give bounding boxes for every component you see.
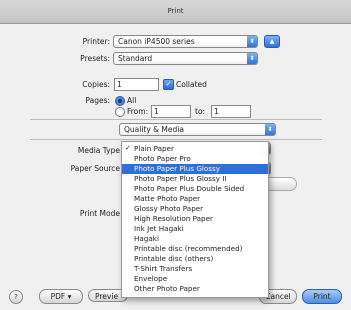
title-bar: Print bbox=[0, 0, 351, 24]
menu-item[interactable]: Ink Jet Hagaki bbox=[122, 224, 268, 234]
collated-label: Collated bbox=[176, 80, 207, 89]
menu-item[interactable]: Printable disc (others) bbox=[122, 254, 268, 264]
menu-item[interactable]: Hagaki bbox=[122, 234, 268, 244]
pages-to-label: to: bbox=[195, 107, 206, 116]
menu-item[interactable]: T-Shirt Transfers bbox=[122, 264, 268, 274]
print-button[interactable]: Print bbox=[302, 289, 342, 304]
media-type-menu[interactable]: ✓ Plain Paper Photo Paper Pro Photo Paper… bbox=[121, 141, 269, 298]
checkmark-icon: ✓ bbox=[125, 144, 131, 152]
menu-item-highlighted[interactable]: Photo Paper Plus Glossy bbox=[122, 164, 268, 174]
printer-popup[interactable]: Canon iP4500 series ⬍ bbox=[113, 35, 258, 48]
printer-value: Canon iP4500 series bbox=[118, 37, 195, 46]
presets-popup[interactable]: Standard ⬍ bbox=[113, 52, 258, 65]
menu-item[interactable]: Glossy Photo Paper bbox=[122, 204, 268, 214]
printer-label: Printer: bbox=[82, 37, 110, 46]
menu-item[interactable]: Other Photo Paper bbox=[122, 284, 268, 294]
menu-item[interactable]: Photo Paper Plus Glossy II bbox=[122, 174, 268, 184]
media-type-label: Media Type bbox=[77, 146, 120, 155]
divider bbox=[30, 119, 322, 120]
help-button[interactable]: ? bbox=[9, 290, 23, 304]
pages-to-field[interactable]: 1 bbox=[211, 105, 251, 118]
popup-arrows-icon: ⬍ bbox=[247, 53, 257, 64]
presets-label: Presets: bbox=[80, 54, 110, 63]
presets-value: Standard bbox=[118, 54, 153, 63]
menu-item[interactable]: ✓ Plain Paper bbox=[122, 144, 268, 154]
checkmark-icon: ✓ bbox=[165, 80, 172, 88]
copies-label: Copies: bbox=[82, 80, 110, 89]
panel-value: Quality & Media bbox=[124, 125, 184, 134]
print-mode-label: Print Mode bbox=[79, 209, 120, 218]
window-title: Print bbox=[167, 7, 184, 15]
pages-from-field[interactable]: 1 bbox=[151, 105, 191, 118]
pages-from-radio[interactable] bbox=[115, 107, 125, 117]
triangle-up-icon: ▲ bbox=[269, 38, 275, 45]
popup-arrows-icon: ⬍ bbox=[265, 124, 275, 135]
panel-popup[interactable]: Quality & Media ⬍ bbox=[119, 123, 276, 136]
menu-item[interactable]: Photo Paper Pro bbox=[122, 154, 268, 164]
paper-source-label: Paper Source bbox=[70, 164, 120, 173]
menu-item[interactable]: Printable disc (recommended) bbox=[122, 244, 268, 254]
divider bbox=[30, 139, 322, 140]
copies-field[interactable]: 1 bbox=[114, 78, 159, 91]
pages-all-radio[interactable] bbox=[115, 96, 125, 106]
popup-arrows-icon: ⬍ bbox=[247, 36, 257, 47]
menu-item[interactable]: Photo Paper Plus Double Sided bbox=[122, 184, 268, 194]
pages-all-label: All bbox=[127, 96, 137, 105]
pages-label: Pages: bbox=[85, 96, 110, 105]
disclosure-button[interactable]: ▲ bbox=[264, 35, 280, 48]
menu-item[interactable]: High Resolution Paper bbox=[122, 214, 268, 224]
pages-from-label: From: bbox=[127, 107, 149, 116]
menu-item[interactable]: Matte Photo Paper bbox=[122, 194, 268, 204]
pdf-button[interactable]: PDF ▾ bbox=[39, 289, 83, 304]
menu-item[interactable]: Envelope bbox=[122, 274, 268, 284]
collated-checkbox[interactable]: ✓ bbox=[163, 79, 174, 90]
